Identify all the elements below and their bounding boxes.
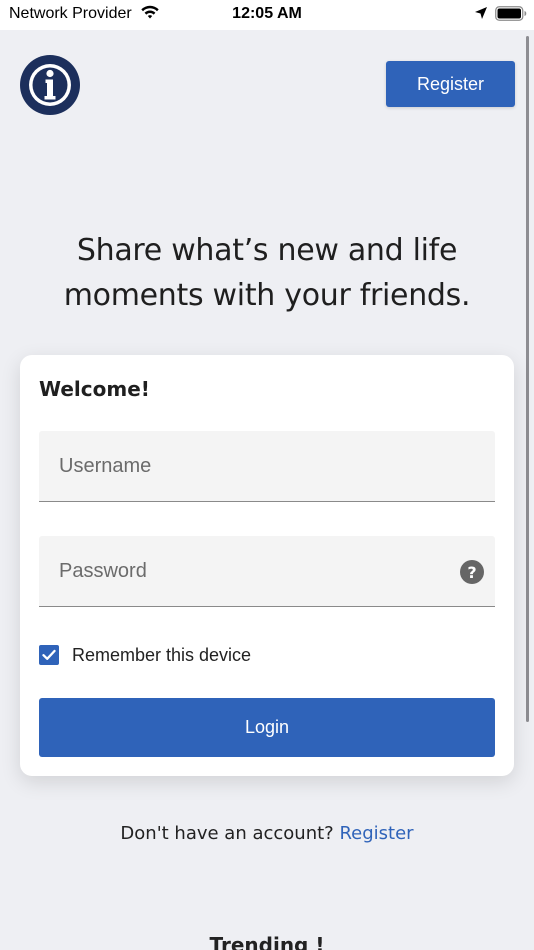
hero-headline-line-2: moments with your friends. [63, 278, 471, 313]
signup-prompt-row: Don't have an account? Register [0, 823, 534, 844]
info-circle-logo[interactable] [20, 55, 80, 115]
remember-device-row[interactable]: Remember this device [39, 643, 251, 667]
password-field[interactable]: ? [39, 536, 495, 607]
scrollbar[interactable] [526, 36, 529, 722]
card-title: Welcome! [39, 377, 150, 401]
register-button[interactable]: Register [386, 61, 515, 107]
username-input[interactable] [39, 431, 495, 501]
clock: 12:05 AM [232, 5, 302, 22]
login-button[interactable]: Login [39, 698, 495, 757]
password-input[interactable] [39, 536, 495, 606]
battery-icon [495, 6, 527, 21]
username-field[interactable] [39, 431, 495, 502]
location-arrow-icon [475, 7, 487, 19]
trending-heading: Trending ! [209, 933, 325, 950]
checkmark-icon [42, 649, 56, 660]
hero-headline: Share what’s new and life moments with y… [30, 228, 504, 318]
signup-register-link[interactable]: Register [339, 823, 413, 844]
login-card: Welcome! ? Remember this device Login [20, 355, 514, 776]
remember-label[interactable]: Remember this device [72, 645, 251, 666]
remember-checkbox[interactable] [39, 645, 59, 665]
signup-prompt: Don't have an account? [120, 823, 334, 844]
help-icon[interactable]: ? [460, 560, 484, 584]
hero-headline-line-1: Share what’s new and life [76, 233, 458, 268]
status-bar: Network Provider 12:05 AM [0, 0, 534, 30]
